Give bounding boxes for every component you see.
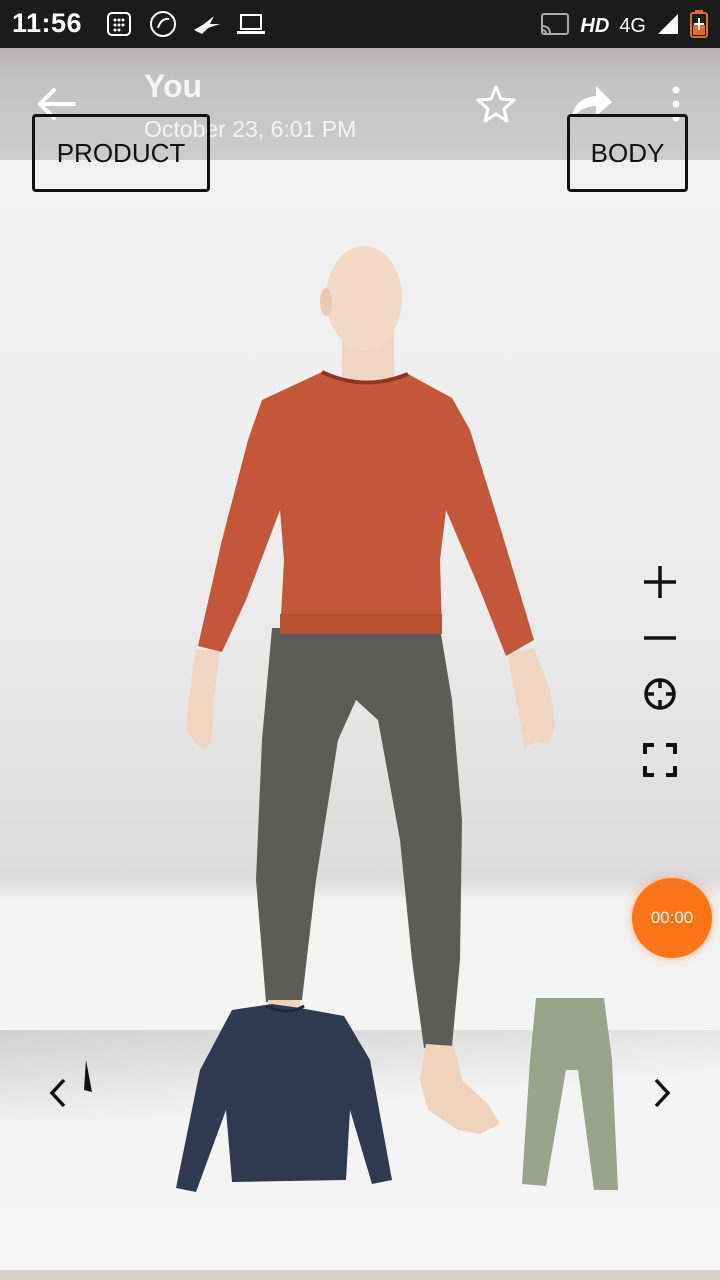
avatar-pants (256, 628, 462, 1048)
chevron-right-icon (654, 1078, 671, 1108)
record-timer-button[interactable]: 00:00 (632, 878, 712, 958)
avatar-viewport[interactable] (0, 0, 720, 1280)
zoom-out-icon (644, 636, 676, 640)
favorite-button[interactable] (476, 84, 516, 124)
bottom-edge (0, 1270, 720, 1280)
recenter-button[interactable] (640, 674, 680, 714)
chevron-left-icon (49, 1078, 66, 1108)
page-title: You (144, 68, 203, 104)
avatar-right-hand (508, 648, 556, 748)
zoom-out-button[interactable] (640, 618, 680, 658)
avatar-head (326, 246, 402, 350)
garment-thumbnail-pants[interactable] (522, 998, 618, 1190)
phone-call-icon (148, 10, 178, 38)
sweater-hem (280, 614, 442, 634)
avatar-left-hand (186, 650, 220, 750)
garment-thumbnail-sweater[interactable] (176, 1004, 392, 1192)
marker-icon (84, 1060, 92, 1092)
bird-icon (192, 10, 222, 38)
avatar-right-foot (420, 1044, 500, 1134)
star-icon (476, 85, 516, 123)
zoom-in-icon (644, 566, 676, 598)
calculator-icon (104, 10, 134, 38)
hd-label: HD (580, 15, 610, 37)
cast-icon (540, 12, 570, 41)
network-type: 4G (619, 15, 646, 37)
status-time: 11:56 (12, 8, 83, 38)
zoom-in-button[interactable] (640, 562, 680, 602)
product-button[interactable]: PRODUCT (32, 114, 210, 192)
status-bar: 11:56 HD 4G (0, 0, 720, 48)
avatar-scene[interactable] (0, 0, 720, 1280)
fullscreen-button[interactable] (640, 740, 680, 780)
laptop-icon (236, 10, 266, 38)
signal-icon (656, 12, 680, 41)
fullscreen-icon (643, 743, 677, 777)
next-garment-button[interactable] (650, 1076, 676, 1110)
recenter-icon (644, 678, 676, 710)
battery-icon (690, 10, 708, 43)
avatar-ear (320, 288, 332, 316)
body-button[interactable]: BODY (567, 114, 688, 192)
previous-garment-button[interactable] (44, 1076, 70, 1110)
avatar-sweater[interactable] (198, 372, 534, 656)
